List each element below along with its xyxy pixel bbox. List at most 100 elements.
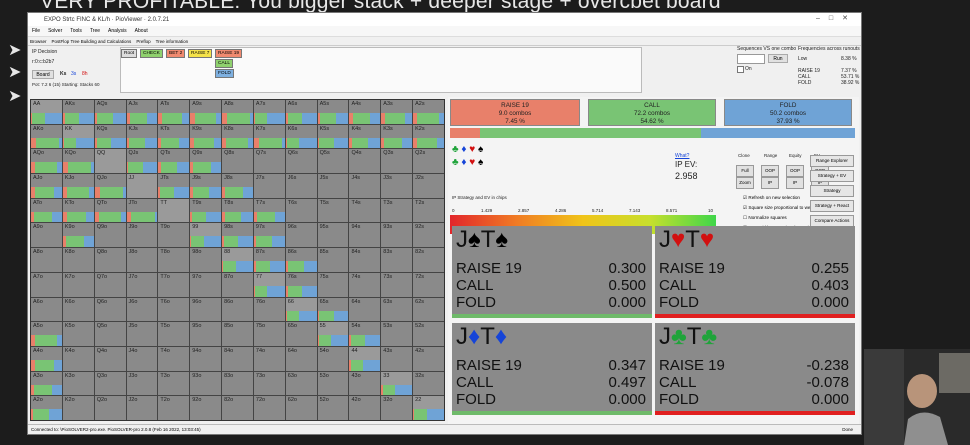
hand-cell[interactable]: 55 [317,322,349,346]
zoom-button[interactable]: Zoom [736,177,754,189]
hand-cell[interactable]: 65o [285,322,317,346]
hand-cell[interactable]: Q7o [94,272,126,297]
hand-cell[interactable]: Q2o [94,396,126,420]
hand-cell[interactable]: JJ [126,174,158,198]
hand-cell[interactable]: KQo [62,149,94,174]
hand-cell[interactable]: 82s [413,248,444,272]
hand-cell[interactable]: KTo [62,198,94,223]
hand-cell[interactable]: A9o [31,223,62,248]
hand-cell[interactable]: KTs [158,124,190,149]
hand-cell[interactable]: A4o [31,346,62,371]
hand-cell[interactable]: QQ [94,149,126,174]
hand-cell[interactable]: T6s [285,198,317,223]
hand-cell[interactable]: 75s [317,272,349,297]
hand-cell[interactable]: K8o [62,248,94,272]
hand-cell[interactable]: A7o [31,272,62,297]
hand-cell[interactable]: T3o [158,371,190,396]
hand-cell[interactable]: A2s [413,100,444,124]
hand-cell[interactable]: T8s [222,198,253,223]
hand-cell[interactable]: 54o [317,346,349,371]
hand-cell[interactable]: T5s [317,198,349,223]
hand-cell[interactable]: K7o [62,272,94,297]
combo-panel[interactable]: J♣T♣ RAISE 19 -0.238 CALL -0.078 FOLD 0.000 [655,323,855,415]
hand-cell[interactable]: T9s [190,198,222,223]
hand-cell[interactable]: 87o [222,272,253,297]
hand-cell[interactable]: 82o [222,396,253,420]
hand-cell[interactable]: T6o [158,297,190,322]
hand-cell[interactable]: 32o [381,396,413,420]
hand-cell[interactable]: J5s [317,174,349,198]
hand-cell[interactable]: J3s [381,174,413,198]
range-explorer-button[interactable]: Range Explorer [810,155,854,167]
hand-cell[interactable]: K7s [253,124,285,149]
hand-cell[interactable]: T9o [158,223,190,248]
hand-cell[interactable]: KJo [62,174,94,198]
hand-cell[interactable]: 86o [222,297,253,322]
menu-solver[interactable]: Solver [48,28,62,34]
hand-cell[interactable]: Q2s [413,149,444,174]
hand-cell[interactable]: J5o [126,322,158,346]
tab-preflop[interactable]: Preflop [136,39,150,44]
hand-cell[interactable]: 52s [413,322,444,346]
node-raise-7[interactable]: RAISE 7 [188,49,213,58]
what-link[interactable]: What? [675,153,689,159]
hand-cell[interactable]: K2o [62,396,94,420]
hand-cell[interactable]: Q6o [94,297,126,322]
hand-cell[interactable]: AKo [31,124,62,149]
hand-cell[interactable]: 94s [349,223,381,248]
hand-cell[interactable]: J8s [222,174,253,198]
hand-cell[interactable]: 84s [349,248,381,272]
hand-cell[interactable]: 43o [349,371,381,396]
action-fold-box[interactable]: FOLD 50.2 combos 37.93 % [724,99,852,126]
hand-cell[interactable]: 87s [253,248,285,272]
hand-cell[interactable]: KQs [94,124,126,149]
tab-browser[interactable]: Browser [30,39,47,44]
hand-cell[interactable]: 84o [222,346,253,371]
hand-cell[interactable]: A4s [349,100,381,124]
hand-cell[interactable]: AA [31,100,62,124]
hand-cell[interactable]: Q3s [381,149,413,174]
hand-cell[interactable]: 76o [253,297,285,322]
hand-cell[interactable]: JTo [126,198,158,223]
hand-cell[interactable]: Q9s [190,149,222,174]
hand-cell[interactable]: J7s [253,174,285,198]
hand-cell[interactable]: 65s [317,297,349,322]
hand-cell[interactable]: 94o [190,346,222,371]
hand-cell[interactable]: J7o [126,272,158,297]
equity-ip-button[interactable]: IP [786,177,804,189]
hand-cell[interactable]: T7o [158,272,190,297]
hand-cell[interactable]: AQs [94,100,126,124]
hand-cell[interactable]: 33 [381,371,413,396]
hand-cell[interactable]: T2s [413,198,444,223]
hand-cell[interactable]: 99 [190,223,222,248]
hand-cell[interactable]: K4o [62,346,94,371]
node-check[interactable]: CHECK [140,49,163,58]
hand-cell[interactable]: K4s [349,124,381,149]
hand-cell[interactable]: 97o [190,272,222,297]
hand-cell[interactable]: Q5s [317,149,349,174]
full-button[interactable]: Full [736,165,754,177]
hand-cell[interactable]: 85o [222,322,253,346]
hand-cell[interactable]: 66 [285,297,317,322]
hand-cell[interactable]: 75o [253,322,285,346]
hand-cell[interactable]: J4s [349,174,381,198]
hand-cell[interactable]: 54s [349,322,381,346]
node-bet-2[interactable]: BET 2 [166,49,186,58]
hand-cell[interactable]: 88 [222,248,253,272]
hand-cell[interactable]: 63o [285,371,317,396]
menu-tools[interactable]: Tools [70,28,82,34]
hand-cell[interactable]: J8o [126,248,158,272]
range-ip-button[interactable]: IP [761,177,779,189]
node-fold[interactable]: FOLD [215,69,234,78]
hand-cell[interactable]: 42o [349,396,381,420]
hand-cell[interactable]: Q5o [94,322,126,346]
hand-cell[interactable]: 96s [285,223,317,248]
hand-cell[interactable]: 92o [190,396,222,420]
hand-cell[interactable]: 95s [317,223,349,248]
hand-cell[interactable]: J9o [126,223,158,248]
hand-cell[interactable]: A5o [31,322,62,346]
menu-file[interactable]: File [32,28,40,34]
hand-cell[interactable]: Q7s [253,149,285,174]
hand-cell[interactable]: ATs [158,100,190,124]
hand-cell[interactable]: K9o [62,223,94,248]
